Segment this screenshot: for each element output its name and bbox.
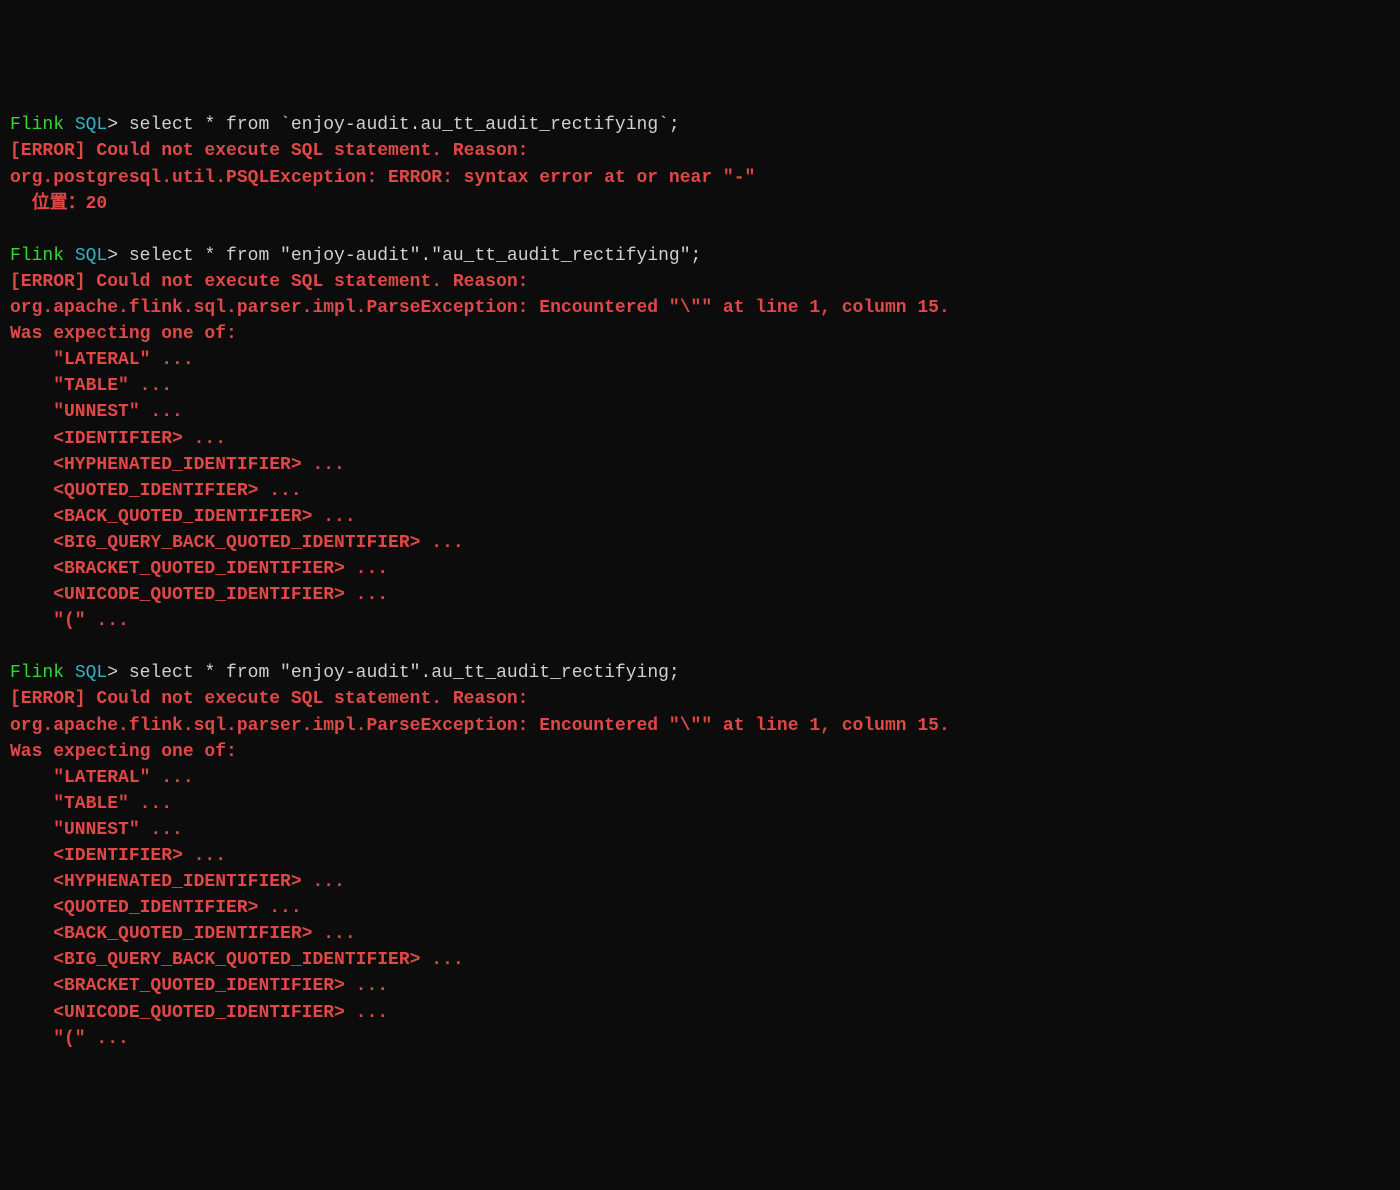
- error-line: <BACK_QUOTED_IDENTIFIER> ...: [10, 504, 1390, 530]
- error-line: "LATERAL" ...: [10, 347, 1390, 373]
- blank-line: [10, 217, 1390, 243]
- error-line: "UNNEST" ...: [10, 399, 1390, 425]
- prompt-line: Flink SQL> select * from "enjoy-audit".a…: [10, 660, 1390, 686]
- error-line: <BACK_QUOTED_IDENTIFIER> ...: [10, 921, 1390, 947]
- error-line: org.apache.flink.sql.parser.impl.ParseEx…: [10, 713, 1390, 739]
- prompt-sql-label: SQL: [75, 663, 107, 683]
- error-line: <BRACKET_QUOTED_IDENTIFIER> ...: [10, 556, 1390, 582]
- error-line: <IDENTIFIER> ...: [10, 426, 1390, 452]
- prompt-sql-label: SQL: [75, 115, 107, 135]
- error-line: "UNNEST" ...: [10, 817, 1390, 843]
- error-line: <UNICODE_QUOTED_IDENTIFIER> ...: [10, 582, 1390, 608]
- error-line: <HYPHENATED_IDENTIFIER> ...: [10, 869, 1390, 895]
- error-line: Was expecting one of:: [10, 739, 1390, 765]
- prompt-caret: >: [107, 663, 129, 683]
- error-line: "(" ...: [10, 608, 1390, 634]
- error-line: <UNICODE_QUOTED_IDENTIFIER> ...: [10, 1000, 1390, 1026]
- error-line: "LATERAL" ...: [10, 765, 1390, 791]
- prompt-line: Flink SQL> select * from "enjoy-audit"."…: [10, 243, 1390, 269]
- error-line: <HYPHENATED_IDENTIFIER> ...: [10, 452, 1390, 478]
- prompt-caret: >: [107, 115, 129, 135]
- sql-command: select * from `enjoy-audit.au_tt_audit_r…: [129, 115, 680, 135]
- prompt-line: Flink SQL> select * from `enjoy-audit.au…: [10, 112, 1390, 138]
- prompt-flink-label: Flink: [10, 663, 75, 683]
- blank-line: [10, 634, 1390, 660]
- error-line: <BRACKET_QUOTED_IDENTIFIER> ...: [10, 973, 1390, 999]
- error-line: [ERROR] Could not execute SQL statement.…: [10, 686, 1390, 712]
- error-line: [ERROR] Could not execute SQL statement.…: [10, 138, 1390, 164]
- sql-command: select * from "enjoy-audit".au_tt_audit_…: [129, 663, 680, 683]
- prompt-flink-label: Flink: [10, 115, 75, 135]
- error-line: Was expecting one of:: [10, 321, 1390, 347]
- error-line: org.postgresql.util.PSQLException: ERROR…: [10, 165, 1390, 191]
- sql-command: select * from "enjoy-audit"."au_tt_audit…: [129, 246, 702, 266]
- prompt-caret: >: [107, 246, 129, 266]
- prompt-sql-label: SQL: [75, 246, 107, 266]
- error-line: "TABLE" ...: [10, 791, 1390, 817]
- error-line: [ERROR] Could not execute SQL statement.…: [10, 269, 1390, 295]
- error-line: "TABLE" ...: [10, 373, 1390, 399]
- error-line: org.apache.flink.sql.parser.impl.ParseEx…: [10, 295, 1390, 321]
- prompt-flink-label: Flink: [10, 246, 75, 266]
- error-line: <QUOTED_IDENTIFIER> ...: [10, 895, 1390, 921]
- error-line: "(" ...: [10, 1026, 1390, 1052]
- error-line: <BIG_QUERY_BACK_QUOTED_IDENTIFIER> ...: [10, 947, 1390, 973]
- error-line: <BIG_QUERY_BACK_QUOTED_IDENTIFIER> ...: [10, 530, 1390, 556]
- error-line: 位置：20: [10, 191, 1390, 217]
- error-line: <IDENTIFIER> ...: [10, 843, 1390, 869]
- error-line: <QUOTED_IDENTIFIER> ...: [10, 478, 1390, 504]
- terminal-output[interactable]: Flink SQL> select * from `enjoy-audit.au…: [10, 112, 1390, 1051]
